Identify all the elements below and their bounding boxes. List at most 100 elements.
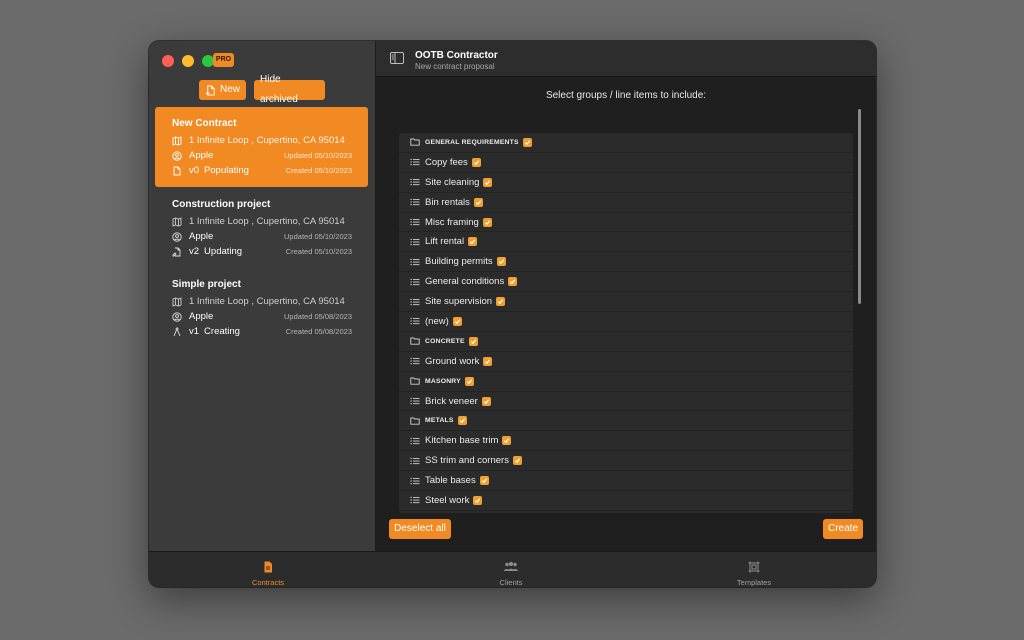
include-checkbox[interactable] xyxy=(468,336,478,346)
person-icon xyxy=(172,231,182,242)
contract-card-simple-project[interactable]: Simple project 1 Infinite Loop , Cuperti… xyxy=(155,268,368,348)
contract-card-construction-project[interactable]: Construction project 1 Infinite Loop , C… xyxy=(155,188,368,268)
contract-updated: Updated 05/10/2023 xyxy=(284,232,352,241)
line-item-label: General conditions xyxy=(425,276,505,288)
contract-created: Created 05/10/2023 xyxy=(285,247,352,256)
list-icon xyxy=(410,237,420,247)
line-item-row[interactable]: (new) xyxy=(399,312,853,332)
include-checkbox[interactable] xyxy=(483,177,493,187)
include-checkbox[interactable] xyxy=(473,197,483,207)
hide-archived-label: Hide archived xyxy=(260,74,298,105)
map-icon xyxy=(172,216,182,227)
include-checkbox[interactable] xyxy=(457,416,467,426)
include-checkbox[interactable] xyxy=(481,396,491,406)
line-item-row[interactable]: Lift rental xyxy=(399,232,853,253)
line-item-row[interactable]: Misc framing xyxy=(399,213,853,233)
titlebar: OOTB Contractor New contract proposal xyxy=(376,41,876,77)
list-icon xyxy=(410,356,420,366)
group-row[interactable]: MASONRY xyxy=(399,372,853,392)
sidebar-toggle-icon[interactable] xyxy=(390,52,404,64)
line-item-label: Bin rentals xyxy=(425,196,470,208)
contract-updated: Updated 05/08/2023 xyxy=(284,312,352,321)
contract-address: 1 Infinite Loop , Cupertino, CA 95014 xyxy=(189,135,345,146)
include-checkbox[interactable] xyxy=(452,316,462,326)
list-icon xyxy=(410,316,420,326)
group-row[interactable]: GENERAL REQUIREMENTS xyxy=(399,133,853,153)
new-contract-button[interactable]: New xyxy=(199,80,246,100)
line-item-row[interactable]: Ground work xyxy=(399,352,853,372)
line-item-row[interactable]: Bin rentals xyxy=(399,193,853,213)
line-item-label: Steel work xyxy=(425,494,470,506)
tab-templates[interactable]: Templates xyxy=(694,552,814,587)
contract-card-new-contract[interactable]: New Contract 1 Infinite Loop , Cupertino… xyxy=(155,107,368,187)
line-item-label: Building permits xyxy=(425,256,493,268)
minimize-window-button[interactable] xyxy=(182,55,194,67)
line-item-row[interactable]: Brick veneer xyxy=(399,392,853,412)
document-icon xyxy=(172,166,182,176)
contract-status: Creating xyxy=(204,326,240,337)
group-label: CONCRETE xyxy=(425,337,465,345)
contract-version: v1 xyxy=(189,326,200,337)
line-item-row[interactable]: Building permits xyxy=(399,252,853,273)
tab-label: Templates xyxy=(736,578,772,587)
include-checkbox[interactable] xyxy=(483,356,493,366)
line-item-row[interactable]: Steel work xyxy=(399,491,853,511)
line-item-row[interactable]: Table bases xyxy=(399,471,853,492)
folder-icon xyxy=(410,336,420,346)
contract-client: Apple xyxy=(189,150,214,161)
line-item-row[interactable]: Site cleaning xyxy=(399,173,853,193)
app-title: OOTB Contractor xyxy=(415,50,498,61)
line-item-label: Table bases xyxy=(425,475,476,487)
contract-title: Construction project xyxy=(172,199,271,210)
group-row[interactable]: METALS xyxy=(399,411,853,432)
include-checkbox[interactable] xyxy=(464,376,474,386)
document-edit-icon xyxy=(172,247,182,257)
line-item-label: Lift rental xyxy=(425,236,465,248)
tab-label: Contracts xyxy=(251,578,285,587)
include-checkbox[interactable] xyxy=(496,257,506,267)
people-icon xyxy=(504,562,518,571)
deselect-all-button[interactable]: Deselect all xyxy=(389,519,451,539)
include-checkbox[interactable] xyxy=(522,137,532,147)
list-icon xyxy=(410,476,420,486)
include-checkbox[interactable] xyxy=(502,436,512,446)
include-checkbox[interactable] xyxy=(471,157,481,167)
contract-version: v0 xyxy=(189,165,200,176)
selection-prompt: Select groups / line items to include: xyxy=(545,90,707,101)
line-item-row[interactable]: Kitchen base trim xyxy=(399,431,853,452)
include-checkbox[interactable] xyxy=(479,476,489,486)
include-checkbox[interactable] xyxy=(512,456,522,466)
create-button[interactable]: Create xyxy=(823,519,863,539)
folder-icon xyxy=(410,416,420,426)
list-scrollbar[interactable] xyxy=(858,109,861,304)
group-label: METALS xyxy=(425,417,454,425)
contract-created: Created 05/08/2023 xyxy=(285,327,352,336)
include-checkbox[interactable] xyxy=(473,495,483,505)
map-icon xyxy=(172,135,182,146)
include-checkbox[interactable] xyxy=(468,237,478,247)
include-checkbox[interactable] xyxy=(508,277,518,287)
list-icon xyxy=(410,456,420,466)
tab-label: Clients xyxy=(499,578,523,587)
include-checkbox[interactable] xyxy=(482,217,492,227)
tab-clients[interactable]: Clients xyxy=(451,552,571,587)
contract-updated: Updated 05/10/2023 xyxy=(284,151,352,160)
line-items-list: GENERAL REQUIREMENTS Copy fees Site cleani… xyxy=(399,133,853,513)
list-icon xyxy=(410,217,420,227)
close-window-button[interactable] xyxy=(162,55,174,67)
include-checkbox[interactable] xyxy=(496,297,506,307)
line-item-label: Site cleaning xyxy=(425,176,480,188)
group-label: GENERAL REQUIREMENTS xyxy=(425,138,519,146)
line-item-label: Site supervision xyxy=(425,296,493,308)
hide-archived-button[interactable]: Hide archived xyxy=(254,74,325,105)
tab-contracts[interactable]: Contracts xyxy=(208,552,328,587)
group-row[interactable]: CONCRETE xyxy=(399,332,853,352)
main-pane: OOTB Contractor New contract proposal Se… xyxy=(376,41,876,551)
line-item-row[interactable]: General conditions xyxy=(399,272,853,293)
line-item-row[interactable]: Copy fees xyxy=(399,153,853,173)
person-icon xyxy=(172,311,182,322)
template-icon xyxy=(748,561,760,573)
line-item-row[interactable]: Site supervision xyxy=(399,292,853,313)
list-icon xyxy=(410,157,420,167)
line-item-row[interactable]: SS trim and corners xyxy=(399,451,853,472)
